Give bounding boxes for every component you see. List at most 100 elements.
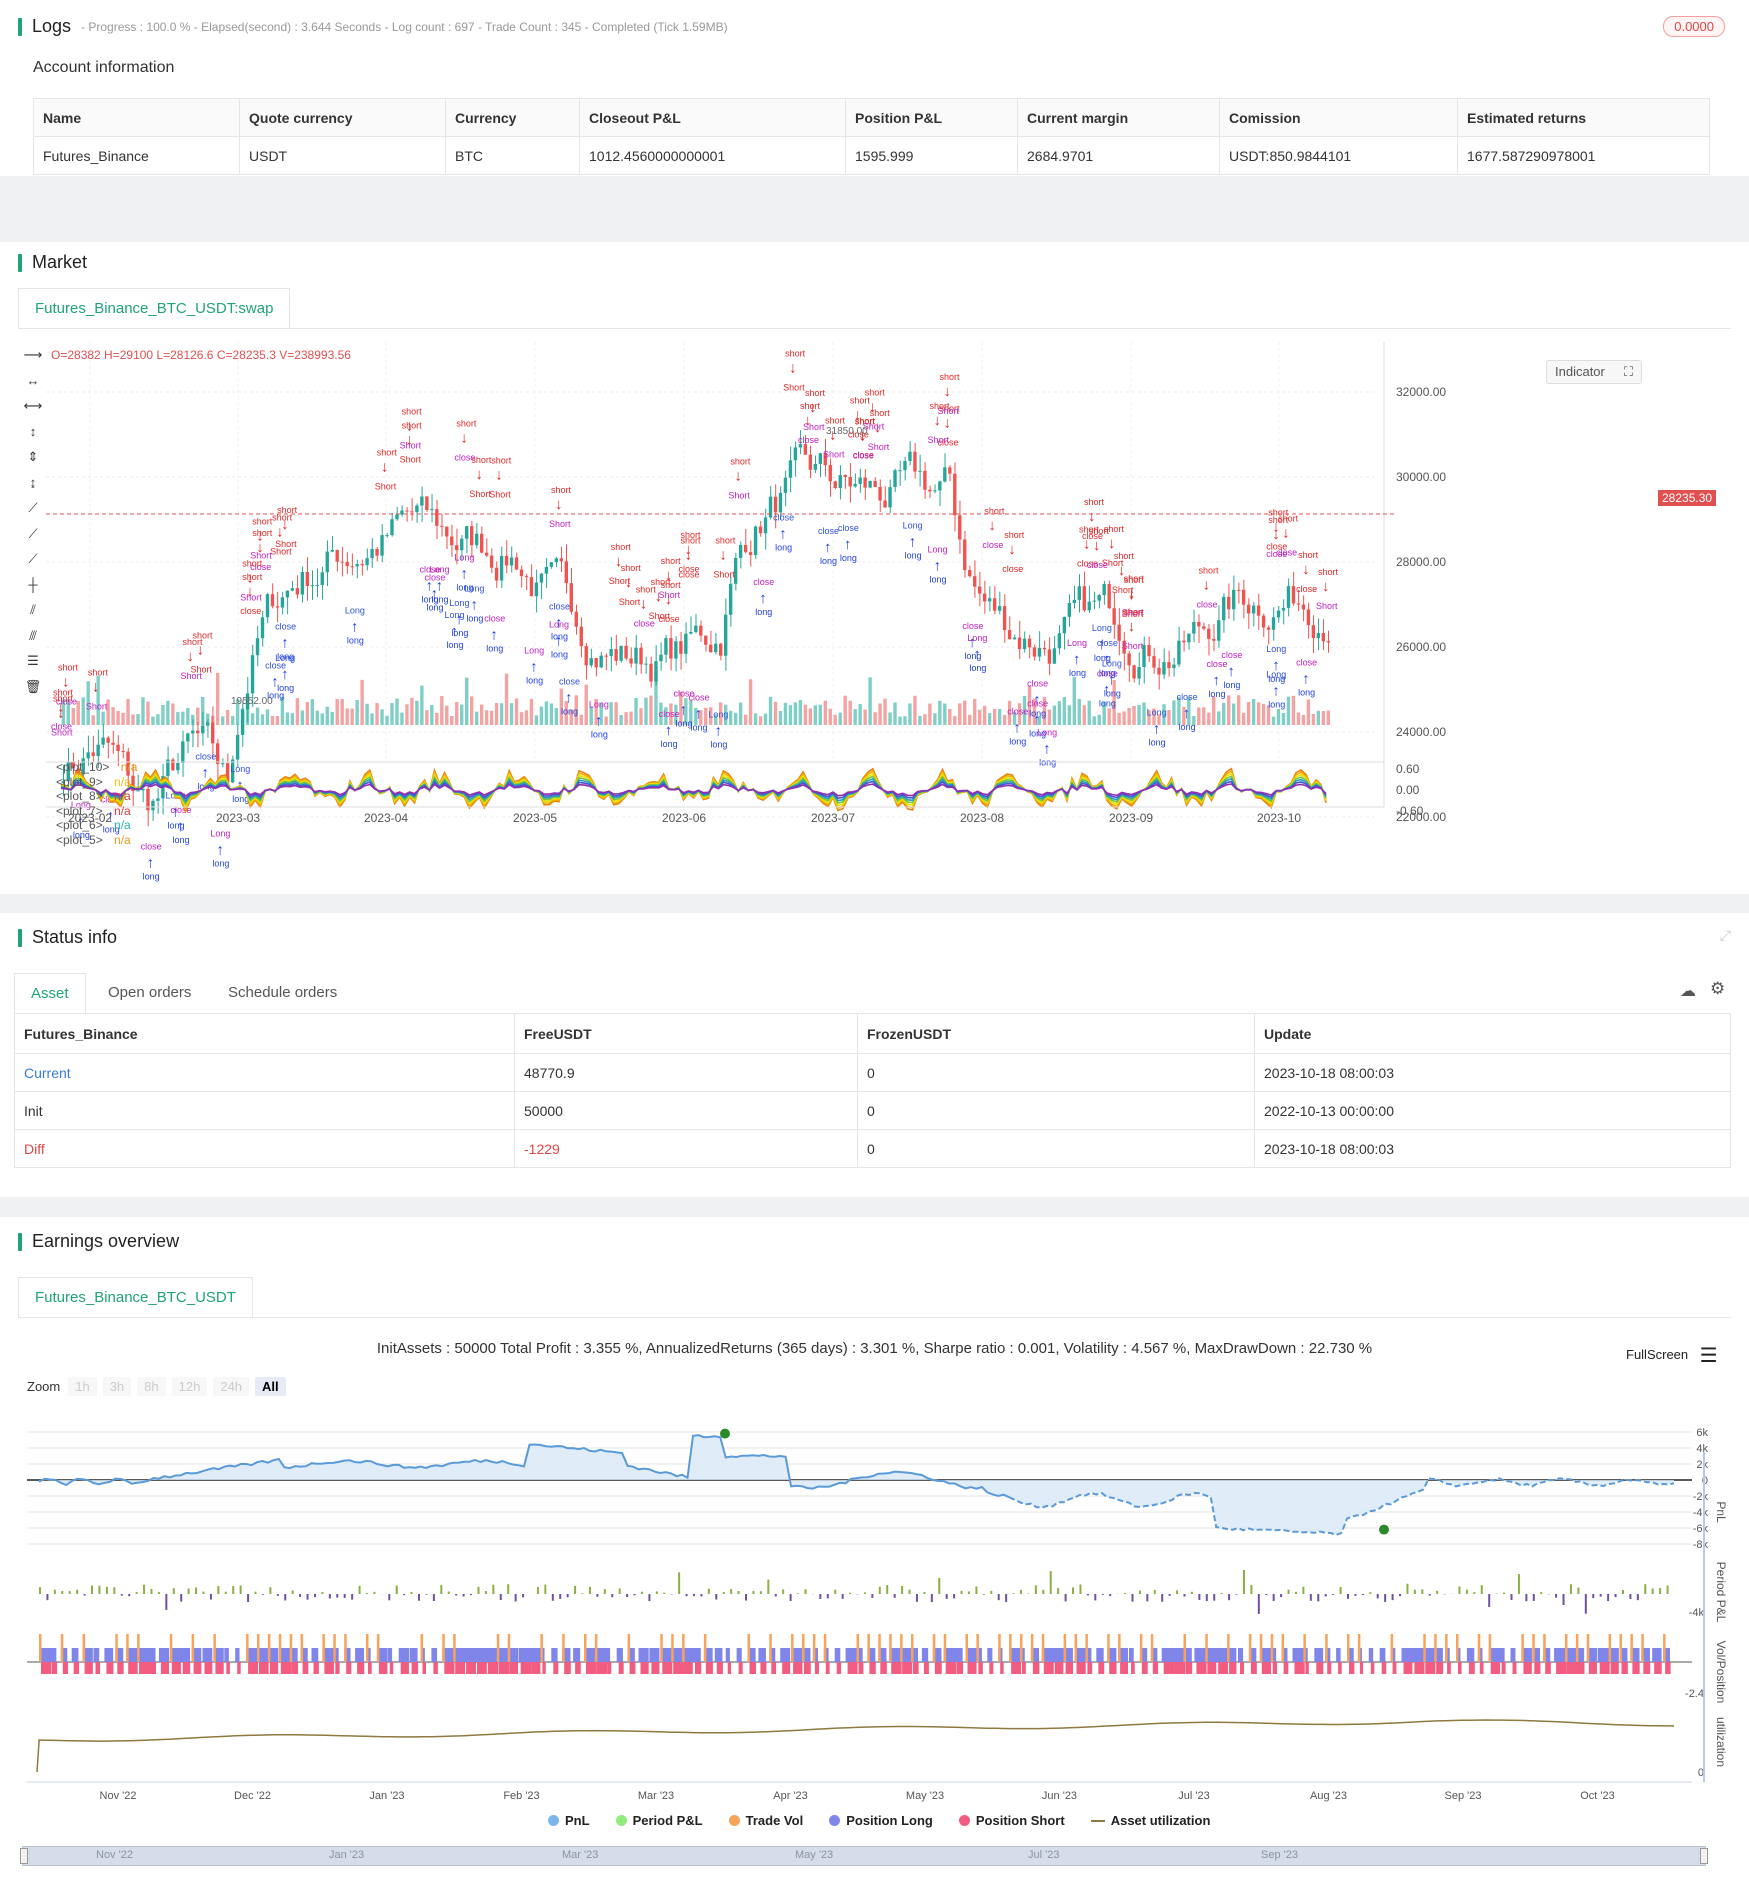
vertical-range-icon[interactable]: ↨: [20, 475, 46, 501]
navigator-right-handle[interactable]: [1700, 1848, 1708, 1864]
fib-icon[interactable]: ┼: [20, 577, 46, 603]
tab-asset[interactable]: Asset: [14, 973, 86, 1013]
candle-body: [1152, 656, 1156, 668]
ray-line-icon[interactable]: ⟋: [20, 526, 46, 552]
candle-body: [509, 557, 514, 566]
candle-body: [335, 549, 339, 562]
vertical-line-icon[interactable]: ↕: [20, 424, 46, 450]
position-short-bar: [1316, 1662, 1324, 1674]
zoom-24h-button[interactable]: 24h: [213, 1377, 250, 1396]
legend-item[interactable]: Position Long: [829, 1813, 933, 1828]
position-short-bar: [182, 1662, 191, 1674]
period-pnl-bar: [1324, 1594, 1327, 1597]
volume-bar: [325, 706, 329, 725]
tab-open-orders[interactable]: Open orders: [92, 973, 208, 1013]
candle-body: [913, 451, 917, 472]
legend-item[interactable]: Trade Vol: [728, 1813, 803, 1828]
horizontal-ray-icon[interactable]: ⟶: [20, 347, 46, 373]
signal-short-label: short: [611, 542, 632, 552]
high-marker-label: 31850.00: [826, 426, 868, 437]
volume-bar: [1167, 709, 1171, 725]
vertical-arrow-icon[interactable]: ⇕: [20, 449, 46, 475]
legend-item[interactable]: Period P&L: [615, 1813, 703, 1828]
position-long-bar: [71, 1648, 79, 1662]
signal-marker-label: close: [1196, 599, 1217, 609]
position-short-bar: [1468, 1662, 1475, 1674]
period-pnl-bar: [782, 1589, 785, 1594]
position-short-bar: [335, 1662, 340, 1674]
volume-bar: [335, 699, 339, 725]
zoom-1h-button[interactable]: 1h: [68, 1377, 97, 1396]
text-lines-icon[interactable]: ☰: [20, 653, 46, 679]
short-arrow-icon: ↓: [1202, 576, 1210, 593]
collapse-icon[interactable]: ⤢: [1720, 927, 1731, 944]
volume-bar: [1241, 712, 1246, 725]
candle-body: [773, 496, 778, 513]
trade-vol-bar: [1532, 1634, 1535, 1662]
horizontal-line-icon[interactable]: ↔: [20, 373, 46, 399]
signal-long-label: long: [820, 556, 837, 566]
parallel-channel-icon[interactable]: ⫽: [20, 602, 46, 628]
position-short-bar: [662, 1662, 673, 1674]
volume-bar: [111, 707, 115, 725]
extended-line-icon[interactable]: ⟋: [20, 551, 46, 577]
asset-frozen: 0: [857, 1053, 1255, 1092]
candle-body: [1241, 589, 1246, 605]
signal-short-label: short: [491, 456, 512, 466]
candle-body: [1052, 648, 1057, 664]
signal-marker-label: close: [1002, 564, 1023, 574]
cloud-download-icon[interactable]: ☁: [1680, 981, 1696, 1001]
position-short-bar: [269, 1662, 279, 1674]
candle-body: [539, 573, 544, 583]
gear-icon[interactable]: ⚙: [1710, 979, 1725, 999]
market-symbol-tab[interactable]: Futures_Binance_BTC_USDT:swap: [18, 288, 291, 328]
menu-icon[interactable]: ☰: [1700, 1345, 1718, 1367]
period-pnl-bar: [150, 1588, 153, 1594]
signal-marker-label: close: [141, 842, 162, 852]
candle-body: [121, 751, 125, 753]
earnings-chart[interactable]: 6k4k2k0-2k-4k-6k-8k-4k-2.40PnLPeriod P&L…: [0, 1412, 1749, 1882]
trend-line-icon[interactable]: ⟋: [20, 500, 46, 526]
position-short-bar: [684, 1662, 693, 1674]
candle-body: [898, 470, 902, 472]
position-short-bar: [847, 1662, 858, 1674]
zoom-all-button[interactable]: All: [255, 1377, 286, 1396]
trade-vol-bar: [682, 1634, 685, 1662]
signal-marker-label: close: [484, 613, 505, 623]
period-pnl-bar: [648, 1594, 651, 1602]
zoom-8h-button[interactable]: 8h: [137, 1377, 166, 1396]
signal-marker-label: close: [559, 676, 580, 686]
candle-body: [1172, 664, 1176, 669]
period-pnl-bar: [640, 1591, 643, 1594]
horizontal-segment-icon[interactable]: ⟷: [20, 398, 46, 424]
zoom-12h-button[interactable]: 12h: [171, 1377, 208, 1396]
period-pnl-bar: [953, 1594, 956, 1599]
legend-item[interactable]: Position Short: [958, 1813, 1065, 1828]
pitchfork-icon[interactable]: ⫻: [20, 628, 46, 654]
tab-schedule-orders[interactable]: Schedule orders: [212, 973, 354, 1013]
position-long-bar: [409, 1648, 418, 1662]
short-arrow-icon: ↓: [1108, 535, 1116, 552]
signal-marker-label: close: [1097, 638, 1118, 648]
period-pnl-bar: [1057, 1588, 1060, 1594]
period-pnl-bar: [328, 1594, 331, 1599]
signal-long-label: long: [710, 740, 727, 750]
candle-body: [858, 477, 862, 484]
candle-body: [968, 570, 972, 577]
date-tick-label: 2023-06: [662, 811, 706, 825]
navigator-left-handle[interactable]: [20, 1848, 28, 1864]
trash-icon[interactable]: 🗑: [20, 679, 46, 705]
logs-badge: 0.0000: [1663, 16, 1725, 37]
fullscreen-button[interactable]: FullScreen ☰: [1626, 1343, 1718, 1368]
legend-item[interactable]: PnL: [548, 1813, 590, 1828]
volume-bar: [928, 703, 932, 725]
indicator-button[interactable]: Indicator ⛶: [1546, 360, 1642, 384]
market-chart[interactable]: Long↑longclose↑long close↑longclose↑longL…: [46, 342, 1746, 882]
long-arrow-icon: ↑: [909, 533, 917, 550]
legend-item[interactable]: Asset utilization: [1090, 1813, 1210, 1828]
position-long-bar: [1292, 1648, 1306, 1662]
earnings-symbol-tab[interactable]: Futures_Binance_BTC_USDT: [18, 1277, 253, 1317]
period-pnl-bar: [1034, 1585, 1037, 1594]
zoom-3h-button[interactable]: 3h: [102, 1377, 132, 1396]
volume-bar: [549, 703, 554, 725]
